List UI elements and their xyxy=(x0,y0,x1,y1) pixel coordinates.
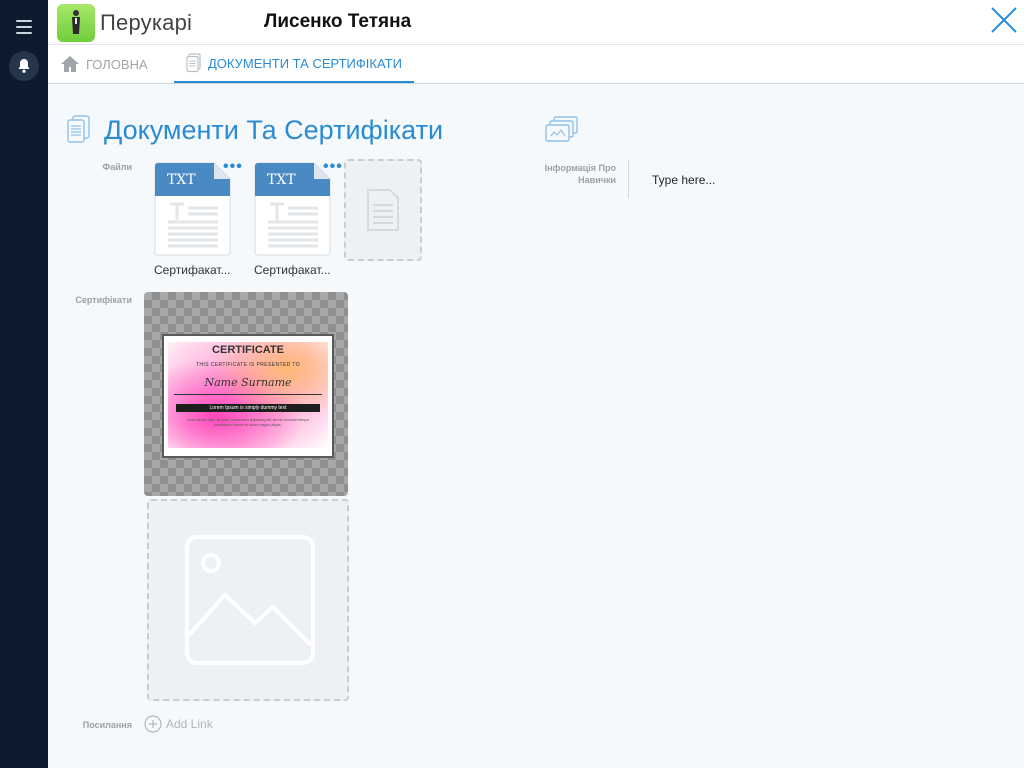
file-type-badge: TXT xyxy=(267,172,296,188)
certificate-divider xyxy=(174,394,322,395)
bell-icon xyxy=(18,59,30,73)
skills-input[interactable] xyxy=(640,166,964,194)
plus-circle-icon xyxy=(144,715,162,733)
skills-label: Інформація Про Навички xyxy=(544,163,616,185)
certificate-image[interactable]: CERTIFICATE THIS CERTIFICATE IS PRESENTE… xyxy=(144,292,348,496)
certificate-title: CERTIFICATE xyxy=(212,344,284,356)
documents-icon xyxy=(186,53,201,73)
tab-documents-label: ДОКУМЕНТИ ТА СЕРТИФІКАТИ xyxy=(208,55,402,71)
file-menu-button[interactable]: ••• xyxy=(223,159,243,175)
tab-home[interactable]: ГОЛОВНА xyxy=(60,45,148,83)
add-image-button[interactable] xyxy=(147,499,349,701)
add-link-label: Add Link xyxy=(166,717,213,731)
user-name: Лисенко Тетяна xyxy=(264,11,412,32)
close-button[interactable] xyxy=(988,4,1020,36)
certificate-background xyxy=(168,342,328,448)
header: Перукарі Лисенко Тетяна xyxy=(48,0,1024,45)
tab-bar: ГОЛОВНА ДОКУМЕНТИ ТА СЕРТИФІКАТИ xyxy=(48,45,1024,84)
app-name: Перукарі xyxy=(100,10,193,35)
skills-section-icon xyxy=(545,116,578,142)
sidebar xyxy=(0,0,48,768)
certificate-preview: CERTIFICATE THIS CERTIFICATE IS PRESENTE… xyxy=(162,334,334,458)
notifications-button[interactable] xyxy=(9,51,39,81)
add-file-button[interactable] xyxy=(344,159,422,261)
image-placeholder-icon xyxy=(185,535,315,665)
certificate-recipient: Name Surname xyxy=(204,376,292,389)
certificate-ribbon: Lorem Ipsum is simply dummy text xyxy=(176,404,320,412)
file-menu-button[interactable]: ••• xyxy=(323,159,343,175)
file-card[interactable]: TXT xyxy=(154,160,234,260)
add-link-button[interactable]: Add Link xyxy=(144,715,213,733)
documents-section-icon xyxy=(67,115,90,143)
certificate-body: Lorem ipsum dolor sit amet, consectetur … xyxy=(186,418,310,427)
page-title: Документи Та Сертифікати xyxy=(104,115,444,145)
hamburger-menu-icon[interactable] xyxy=(16,20,32,34)
links-label: Посилання xyxy=(82,720,132,730)
certificates-label: Сертифікати xyxy=(75,295,132,305)
close-icon xyxy=(991,7,1017,33)
file-name: Сертифакат... xyxy=(154,263,231,277)
tab-documents[interactable]: ДОКУМЕНТИ ТА СЕРТИФІКАТИ xyxy=(174,45,414,83)
file-card[interactable]: TXT xyxy=(254,160,334,260)
file-type-badge: TXT xyxy=(167,172,196,188)
tab-home-label: ГОЛОВНА xyxy=(86,56,148,72)
files-label: Файли xyxy=(102,162,132,172)
app-logo xyxy=(57,4,95,42)
add-document-icon xyxy=(367,189,399,231)
skills-divider xyxy=(628,160,629,198)
home-icon xyxy=(61,56,79,72)
file-name: Сертифакат... xyxy=(254,263,331,277)
certificate-subtitle: THIS CERTIFICATE IS PRESENTED TO xyxy=(195,362,301,368)
